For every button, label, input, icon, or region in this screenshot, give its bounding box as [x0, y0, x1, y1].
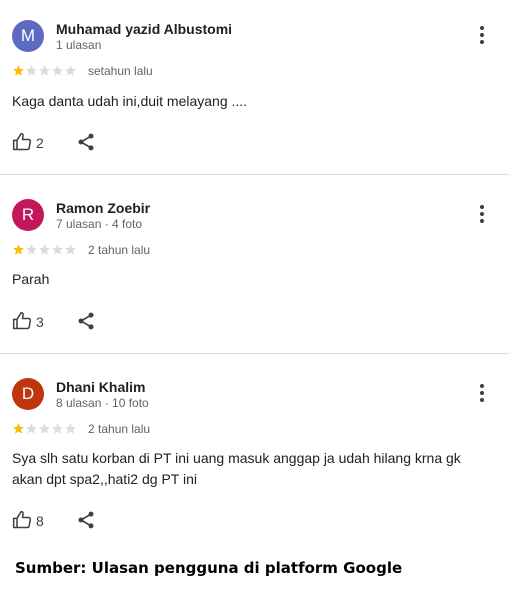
avatar[interactable]: M	[12, 20, 44, 52]
star-empty-icon	[52, 244, 63, 255]
reviewer-name[interactable]: Ramon Zoebir	[56, 200, 150, 216]
reviewer-meta: 1 ulasan	[56, 38, 102, 52]
star-empty-icon	[52, 423, 63, 434]
thumbs-up-icon	[12, 510, 32, 529]
reviewer-meta: 8 ulasan · 10 foto	[56, 396, 149, 410]
more-options-icon[interactable]	[474, 384, 490, 406]
star-empty-icon	[39, 423, 50, 434]
review-text: Kaga danta udah ini,duit melayang ....	[12, 93, 248, 109]
reviewer-name[interactable]: Muhamad yazid Albustomi	[56, 21, 232, 37]
more-options-icon[interactable]	[474, 205, 490, 227]
share-icon	[78, 511, 94, 529]
star-empty-icon	[39, 65, 50, 76]
share-button[interactable]	[76, 311, 96, 331]
star-rating	[12, 243, 77, 257]
star-rating	[12, 64, 77, 78]
review-date: setahun lalu	[88, 64, 153, 78]
like-count: 3	[36, 314, 44, 330]
star-empty-icon	[26, 423, 37, 434]
review-text: Sya slh satu korban di PT ini uang masuk…	[12, 450, 461, 487]
thumbs-up-icon	[12, 132, 32, 151]
like-count: 2	[36, 135, 44, 151]
avatar[interactable]: D	[12, 378, 44, 410]
share-button[interactable]	[76, 132, 96, 152]
star-rating	[12, 422, 77, 436]
more-options-icon[interactable]	[474, 26, 490, 48]
star-filled-icon	[13, 65, 24, 76]
star-empty-icon	[26, 65, 37, 76]
star-empty-icon	[65, 423, 76, 434]
star-empty-icon	[65, 65, 76, 76]
reviewer-name[interactable]: Dhani Khalim	[56, 379, 145, 395]
divider	[0, 174, 509, 175]
star-filled-icon	[13, 244, 24, 255]
star-empty-icon	[65, 244, 76, 255]
share-icon	[78, 133, 94, 151]
avatar[interactable]: R	[12, 199, 44, 231]
review-date: 2 tahun lalu	[88, 422, 151, 436]
share-icon	[78, 312, 94, 330]
review-text: Parah	[12, 271, 50, 287]
star-filled-icon	[13, 423, 24, 434]
review-date: 2 tahun lalu	[88, 243, 151, 257]
thumbs-up-icon	[12, 311, 32, 330]
divider	[0, 353, 509, 354]
source-caption: Sumber: Ulasan pengguna di platform Goog…	[15, 559, 403, 577]
star-empty-icon	[26, 244, 37, 255]
share-button[interactable]	[76, 510, 96, 530]
like-count: 8	[36, 513, 44, 529]
reviewer-meta: 7 ulasan · 4 foto	[56, 217, 143, 231]
star-empty-icon	[39, 244, 50, 255]
star-empty-icon	[52, 65, 63, 76]
